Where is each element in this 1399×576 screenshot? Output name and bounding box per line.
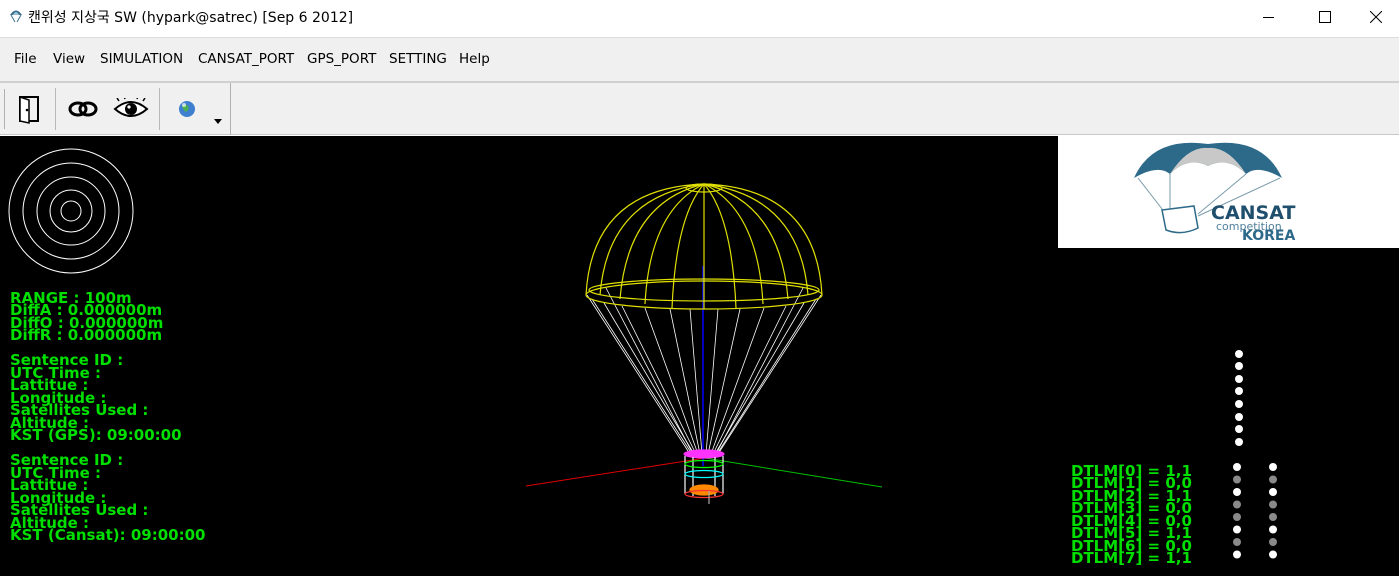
dtlm-bit-dot [1233,538,1241,546]
dtlm-bit-dots [1233,463,1277,559]
dtlm-bit-dot [1269,475,1277,484]
window-title: 캔위성 지상국 SW (hypark@satrec) [Sep 6 2012] [28,10,354,26]
suspension-lines [586,287,822,455]
dtlm-bit-dot [1233,513,1241,521]
toolbar-separator [159,88,160,130]
toolbar [0,83,1399,135]
title-bar: 캔위성 지상국 SW (hypark@satrec) [Sep 6 2012] [0,0,1399,33]
logo-country: KOREA [1242,228,1296,244]
menu-file[interactable]: File [14,51,37,67]
dtlm-bit-dot [1269,550,1277,559]
dtlm-bit-dot [1233,463,1241,471]
toolbar-separator [55,88,56,130]
parachute-canopy [585,183,823,310]
cansat-kst: KST (Cansat): 09:00:00 [10,526,206,544]
exit-door-icon [19,95,39,124]
globe-icon [179,101,195,117]
menu-gps-port[interactable]: GPS_PORT [307,51,376,67]
maximize-icon [1319,10,1331,23]
menu-view[interactable]: View [53,51,85,67]
axis-x [525,457,706,487]
monitor-button[interactable] [110,88,152,130]
maximize-button[interactable] [1302,0,1348,33]
axis-z [704,457,883,488]
menu-simulation[interactable]: SIMULATION [100,51,183,67]
minimize-button[interactable] [1246,0,1292,33]
diff-r-label: DiffR : 0.000000m [10,326,163,344]
toolbar-end [230,83,231,135]
link-icon [68,101,98,117]
range-rings [8,148,134,274]
connect-button[interactable] [62,88,104,130]
toolbar-dropdown[interactable] [208,88,228,130]
dtlm-bit-dot [1233,475,1241,484]
dtlm-bit-dot [1233,500,1241,509]
dtlm-bit-dot [1269,525,1277,534]
menu-setting[interactable]: SETTING [389,51,447,67]
app-parachute-icon [10,10,22,23]
dtlm-bit-dot [1269,463,1277,471]
menu-cansat-port[interactable]: CANSAT_PORT [198,51,294,67]
dtlm-bit-dot [1269,488,1277,496]
gps-kst: KST (GPS): 09:00:00 [10,426,182,444]
dtlm-bit-dot [1269,500,1277,509]
dtlm-bit-dot [1269,538,1277,546]
dropdown-arrow-icon [214,119,222,124]
eye-icon [113,98,149,117]
dtlm-bit-dot [1269,513,1277,521]
indicator-dots-top [1235,350,1243,446]
simulation-view[interactable]: RANGE : 100m DiffA : 0.000000m DiffO : 0… [0,136,1399,576]
cansat-payload [683,449,725,504]
dtlm-bit-dot [1233,525,1241,534]
dtlm-bit-dot [1233,488,1241,496]
close-icon [1370,10,1382,23]
close-button[interactable] [1353,0,1399,33]
menu-bar: File View SIMULATION CANSAT_PORT GPS_POR… [0,37,1399,81]
toolbar-grip[interactable] [4,89,7,129]
exit-button[interactable] [8,88,50,130]
menu-help[interactable]: Help [459,51,490,67]
minimize-icon [1263,16,1274,18]
about-button[interactable] [166,88,208,130]
dtlm-label: DTLM[7] = 1,1 [1071,549,1192,567]
cansat-korea-logo: CANSAT competition KOREA [1058,136,1399,248]
dtlm-bit-dot [1233,550,1241,559]
